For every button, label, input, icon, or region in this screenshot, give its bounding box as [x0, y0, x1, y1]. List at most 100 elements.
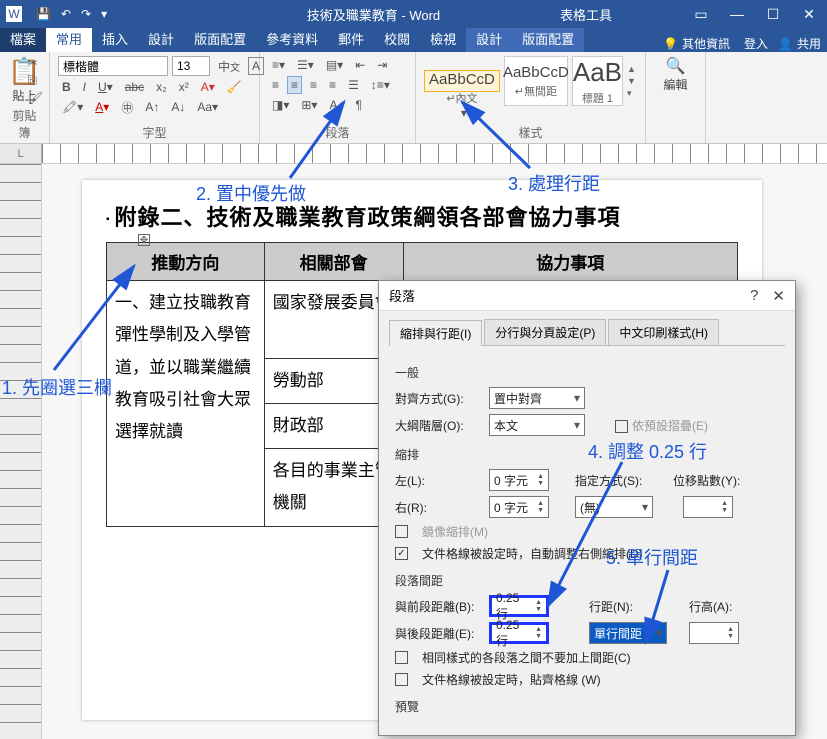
dialog-tab-pagination[interactable]: 分行與分頁設定(P): [484, 319, 606, 345]
show-marks-icon[interactable]: ¶: [351, 96, 365, 114]
group-clipboard: 📋 貼上 ✂ ⎘ 🖌 剪貼簿: [0, 52, 50, 143]
subscript-button[interactable]: x₂: [152, 78, 171, 96]
qat-redo-icon[interactable]: ↷: [81, 7, 91, 21]
table-cell[interactable]: 一、建立技職教育彈性學制及入學管道，並以職業繼續教育吸引社會大眾選擇就讀: [107, 281, 265, 527]
share-icon[interactable]: 👤: [778, 37, 793, 51]
noaddspace-checkbox[interactable]: [395, 651, 408, 664]
snapgrid-checkbox[interactable]: [395, 673, 408, 686]
space-before-input[interactable]: 0.25 行▲▼: [489, 595, 549, 617]
align-center-icon[interactable]: ≡: [287, 76, 302, 94]
justify-icon[interactable]: ≡: [325, 76, 340, 94]
section-indent: 縮排: [395, 446, 779, 463]
minimize-button[interactable]: —: [719, 0, 755, 28]
phonetic-icon[interactable]: 中文: [214, 57, 244, 75]
style-expand-icon[interactable]: ▾: [627, 88, 637, 99]
text-effects-icon[interactable]: A▾: [197, 78, 219, 96]
numbering-icon[interactable]: ☰▾: [293, 56, 318, 74]
change-case-icon[interactable]: Aa▾: [193, 98, 222, 116]
style-heading1[interactable]: AaB標題 1: [572, 56, 623, 106]
line-height-input[interactable]: ▲▼: [689, 622, 739, 644]
grow-font-icon[interactable]: A↑: [141, 98, 163, 116]
indent-special-select[interactable]: (無): [575, 496, 653, 518]
bold-button[interactable]: B: [58, 78, 75, 96]
borders-icon[interactable]: ⊞▾: [297, 96, 321, 114]
alignment-select[interactable]: 置中對齊: [489, 387, 585, 409]
indent-by-input[interactable]: ▲▼: [683, 496, 733, 518]
font-size-input[interactable]: [172, 56, 210, 76]
dialog-tab-indent[interactable]: 縮排與行距(I): [389, 320, 482, 346]
tab-design[interactable]: 設計: [138, 26, 184, 52]
copy-icon[interactable]: ⎘: [28, 73, 43, 88]
font-name-input[interactable]: [58, 56, 168, 76]
outline-select[interactable]: 本文: [489, 414, 585, 436]
indent-special-label: 指定方式(S):: [575, 472, 643, 489]
style-scroll-up-icon[interactable]: ▲: [627, 64, 637, 74]
tell-me-label[interactable]: 其他資訊: [682, 35, 730, 52]
table-header: 推動方向: [107, 243, 265, 281]
tab-table-design[interactable]: 設計: [466, 26, 512, 52]
indent-right-input[interactable]: 0 字元▲▼: [489, 496, 549, 518]
cut-icon[interactable]: ✂: [28, 56, 43, 70]
bullets-icon[interactable]: ≡▾: [268, 56, 289, 74]
autoadj-checkbox[interactable]: ✓: [395, 547, 408, 560]
indent-left-input[interactable]: 0 字元▲▼: [489, 469, 549, 491]
tell-me-icon[interactable]: 💡: [663, 37, 678, 51]
clear-format-icon[interactable]: 🧹: [223, 78, 246, 96]
dialog-body: 一般 對齊方式(G): 置中對齊 大綱階層(O): 本文 依預設摺疊(E) 縮排…: [379, 346, 795, 729]
distributed-icon[interactable]: ☰: [344, 76, 363, 94]
tab-insert[interactable]: 插入: [92, 26, 138, 52]
collapse-label: 依預設摺疊(E): [632, 419, 708, 433]
dialog-tab-asian[interactable]: 中文印刷樣式(H): [608, 319, 719, 345]
align-right-icon[interactable]: ≡: [306, 76, 321, 94]
inc-indent-icon[interactable]: ⇥: [373, 56, 391, 74]
style-no-spacing[interactable]: AaBbCcD↵無間距: [504, 56, 568, 106]
tab-view[interactable]: 檢視: [420, 26, 466, 52]
snapgrid-label: 文件格線被設定時，貼齊格線 (W): [422, 671, 601, 688]
qat-more-icon[interactable]: ▾: [101, 7, 107, 21]
font-color-icon[interactable]: A▾: [91, 98, 113, 116]
find-icon[interactable]: 🔍: [654, 56, 697, 76]
underline-button[interactable]: U▾: [94, 78, 117, 96]
tab-selector[interactable]: L: [0, 144, 42, 164]
multilevel-icon[interactable]: ▤▾: [322, 56, 347, 74]
tab-table-layout[interactable]: 版面配置: [512, 26, 584, 52]
shading-icon[interactable]: ◨▾: [268, 96, 293, 114]
table-handle-icon[interactable]: ✥: [138, 234, 150, 246]
enclose-icon[interactable]: ㊥: [117, 98, 137, 116]
format-painter-icon[interactable]: 🖌: [28, 91, 43, 105]
maximize-button[interactable]: ☐: [755, 0, 791, 28]
table-header: 協力事項: [403, 243, 737, 281]
dialog-help-button[interactable]: ?: [750, 287, 758, 305]
line-spacing-icon[interactable]: ↕≡▾: [367, 76, 394, 94]
tab-mailings[interactable]: 郵件: [328, 26, 374, 52]
vertical-ruler[interactable]: [0, 164, 42, 739]
sort-icon[interactable]: A↓: [325, 96, 347, 114]
qat-save-icon[interactable]: 💾: [36, 7, 51, 21]
horizontal-ruler[interactable]: L: [0, 144, 827, 164]
share-button[interactable]: 共用: [797, 35, 821, 52]
highlight-icon[interactable]: 🖍▾: [58, 98, 87, 116]
tab-file[interactable]: 檔案: [0, 26, 46, 52]
space-after-input[interactable]: 0.25 行▲▼: [489, 622, 549, 644]
editing-label[interactable]: 編輯: [654, 76, 697, 93]
shrink-font-icon[interactable]: A↓: [167, 98, 189, 116]
dec-indent-icon[interactable]: ⇤: [351, 56, 369, 74]
tab-home[interactable]: 常用: [46, 26, 92, 52]
style-normal[interactable]: AaBbCcD↵內文: [424, 70, 500, 92]
qat-undo-icon[interactable]: ↶: [61, 7, 71, 21]
strike-button[interactable]: abc: [121, 78, 148, 96]
close-button[interactable]: ✕: [791, 0, 827, 28]
style-scroll-down-icon[interactable]: ▼: [627, 76, 637, 86]
title-bar: W 💾 ↶ ↷ ▾ 技術及職業教育 - Word 表格工具 ▭ — ☐ ✕: [0, 0, 827, 28]
ribbon-display-icon[interactable]: ▭: [683, 0, 719, 28]
group-paragraph-title: 段落: [268, 122, 407, 141]
login-button[interactable]: 登入: [744, 35, 768, 52]
tab-review[interactable]: 校閱: [374, 26, 420, 52]
dialog-close-button[interactable]: ✕: [772, 287, 785, 305]
italic-button[interactable]: I: [79, 78, 90, 96]
line-spacing-select[interactable]: 單行間距: [589, 622, 667, 644]
superscript-button[interactable]: x²: [175, 78, 193, 96]
tab-references[interactable]: 參考資料: [256, 26, 328, 52]
tab-layout[interactable]: 版面配置: [184, 26, 256, 52]
align-left-icon[interactable]: ≡: [268, 76, 283, 94]
